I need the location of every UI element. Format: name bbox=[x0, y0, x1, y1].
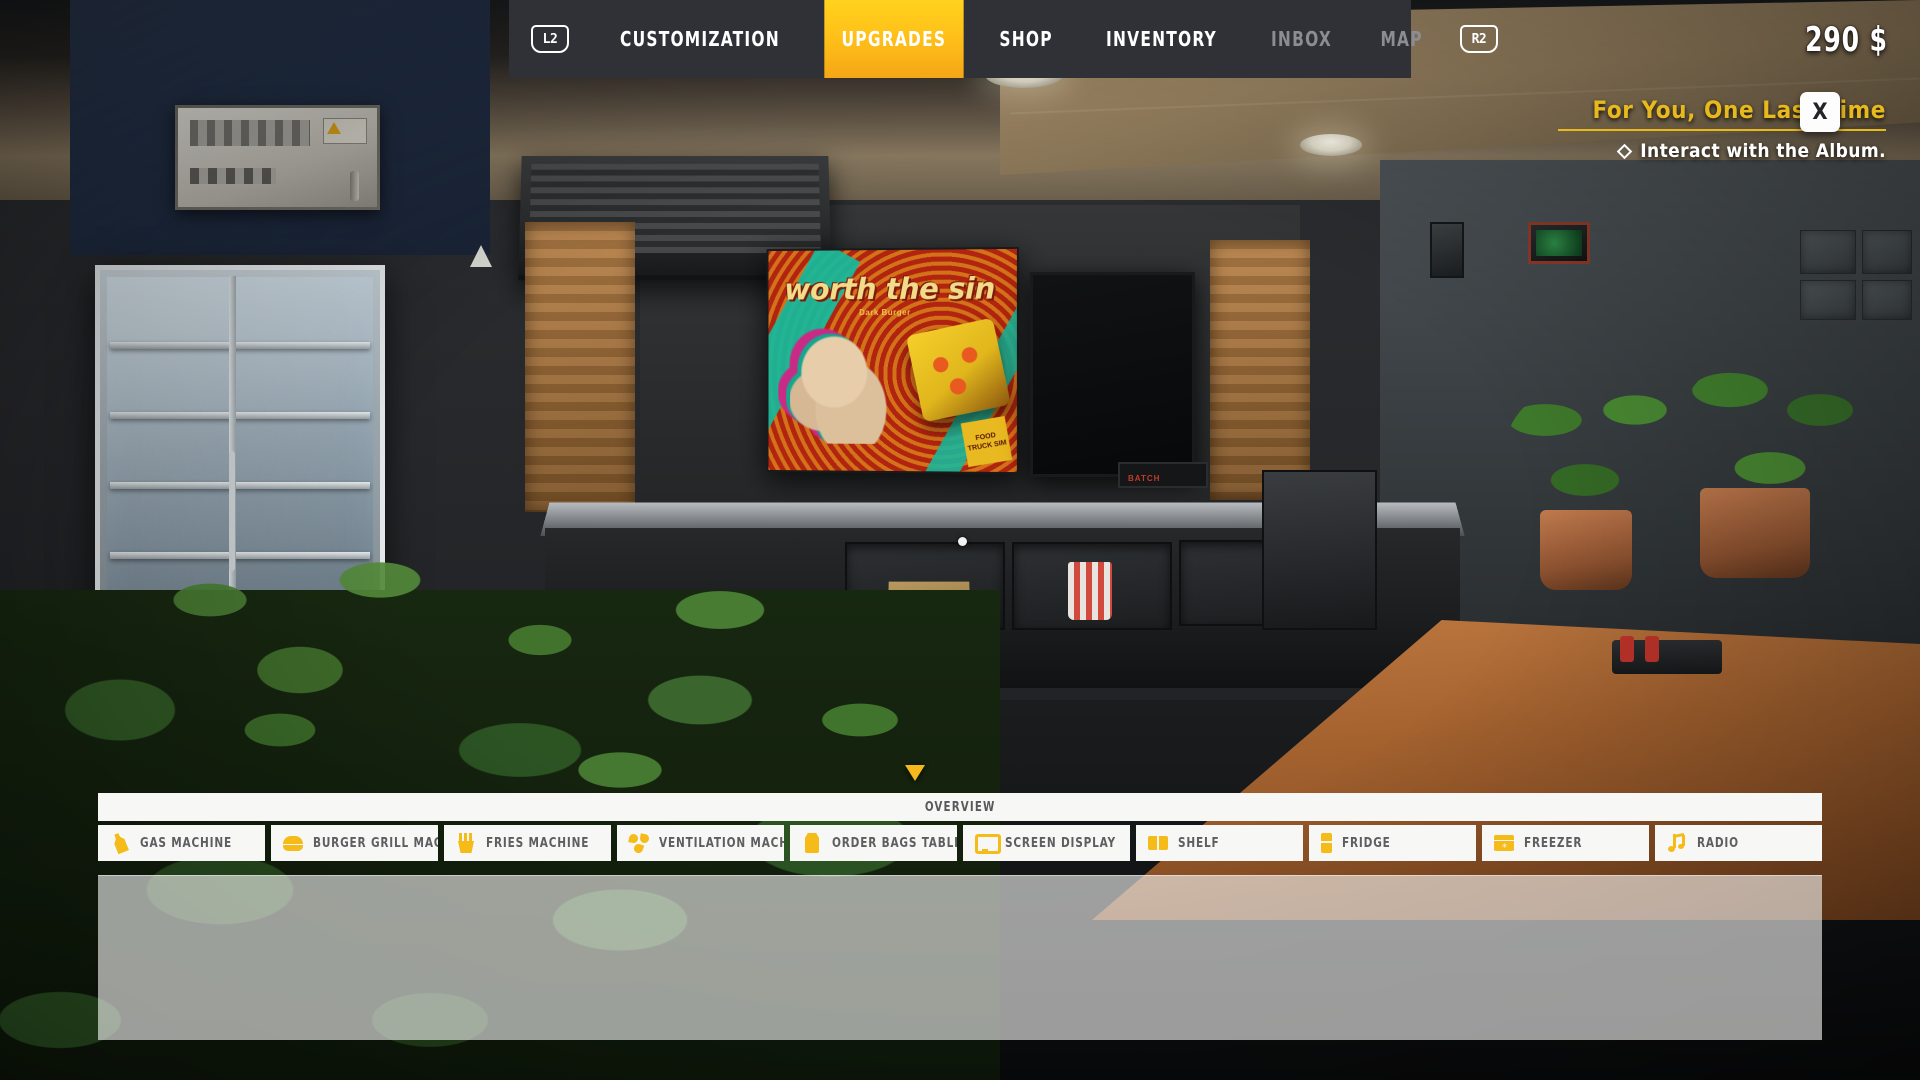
wood-panel-left bbox=[525, 222, 635, 512]
nav-tab-upgrades[interactable]: UPGRADES bbox=[824, 0, 964, 78]
upgrade-category-tabs[interactable]: GAS MACHINE BURGER GRILL MACHINE FRIES MAC… bbox=[98, 825, 1822, 861]
upgrade-tab-gas-machine[interactable]: GAS MACHINE bbox=[98, 825, 265, 861]
upgrade-tab-label: SHELF bbox=[1178, 835, 1220, 851]
upgrade-detail-panel[interactable] bbox=[98, 875, 1822, 1040]
wall-monitor bbox=[1528, 222, 1590, 264]
upgrade-tab-label: GAS MACHINE bbox=[140, 835, 233, 851]
poster-logo: FOOD TRUCK SIM bbox=[960, 415, 1013, 468]
wall-panel bbox=[1862, 280, 1912, 320]
nav-tab-customization[interactable]: CUSTOMIZATION bbox=[603, 0, 797, 78]
poster-title: worth the sin bbox=[784, 271, 995, 307]
bottle bbox=[1620, 636, 1634, 662]
top-navigation-bar[interactable]: L2 CUSTOMIZATION UPGRADES SHOP INVENTORY INB… bbox=[509, 0, 1498, 78]
selection-pointer-icon bbox=[905, 765, 925, 781]
fries-icon bbox=[456, 833, 476, 853]
crosshair-dot bbox=[958, 537, 967, 546]
poster-burger bbox=[905, 317, 1011, 423]
wall-tv bbox=[1030, 272, 1195, 477]
upgrade-tab-freezer[interactable]: FREEZER bbox=[1482, 825, 1649, 861]
upgrade-tab-screen-display[interactable]: SCREEN DISPLAY bbox=[963, 825, 1130, 861]
bottle bbox=[1645, 636, 1659, 662]
upgrade-tab-radio[interactable]: RADIO bbox=[1655, 825, 1822, 861]
money-counter: 290 $ bbox=[1805, 20, 1888, 60]
upgrade-tab-label: FREEZER bbox=[1524, 835, 1583, 851]
nav-tab-inbox[interactable]: INBOX bbox=[1254, 0, 1349, 78]
quest-close-button[interactable]: X bbox=[1800, 92, 1840, 132]
overview-header-bar: OVERVIEW bbox=[98, 793, 1822, 821]
r2-bumper-button[interactable]: R2 bbox=[1459, 25, 1498, 53]
l2-bumper-button[interactable]: L2 bbox=[531, 25, 569, 53]
upgrade-tab-label: VENTILATION MACHINE bbox=[659, 835, 784, 851]
counter-box-label: BATCH bbox=[1128, 474, 1161, 483]
poster-subtitle: Dark Burger bbox=[859, 307, 911, 318]
poster-figure bbox=[790, 327, 901, 445]
gas-bottle-icon bbox=[107, 830, 133, 856]
upgrade-tab-order-bags-table[interactable]: ORDER BAGS TABLE bbox=[790, 825, 957, 861]
music-note-icon bbox=[1667, 833, 1687, 853]
overview-label: OVERVIEW bbox=[924, 799, 996, 815]
monitor-icon bbox=[975, 833, 1001, 854]
nav-tab-map[interactable]: MAP bbox=[1363, 0, 1440, 78]
wall-panel bbox=[1800, 230, 1856, 274]
upgrade-tab-label: FRIDGE bbox=[1342, 835, 1391, 851]
plant-pot bbox=[1540, 510, 1632, 590]
ceiling-lamp bbox=[1300, 134, 1362, 156]
nav-tab-inventory[interactable]: INVENTORY bbox=[1089, 0, 1234, 78]
nav-tab-shop[interactable]: SHOP bbox=[982, 0, 1070, 78]
upgrade-tab-burger-grill-machine[interactable]: BURGER GRILL MACHINE bbox=[271, 825, 438, 861]
fridge-icon bbox=[1321, 833, 1332, 853]
paper-bag-icon bbox=[802, 833, 822, 853]
upgrade-tab-label: ORDER BAGS TABLE bbox=[832, 835, 957, 851]
upgrade-tab-ventilation-machine[interactable]: VENTILATION MACHINE bbox=[617, 825, 784, 861]
upgrade-tab-fridge[interactable]: FRIDGE bbox=[1309, 825, 1476, 861]
wall-device bbox=[1430, 222, 1464, 278]
freezer-icon bbox=[1494, 833, 1514, 853]
upgrade-tab-label: RADIO bbox=[1697, 835, 1739, 851]
fan-icon bbox=[629, 833, 649, 855]
electrical-panel bbox=[175, 105, 380, 210]
shelf-icon bbox=[1148, 833, 1168, 853]
quest-title: For You, One Last Time bbox=[1592, 96, 1886, 124]
oven-unit bbox=[1262, 470, 1377, 630]
wall-panel bbox=[1862, 230, 1912, 274]
upgrade-tab-label: FRIES MACHINE bbox=[486, 835, 590, 851]
upgrade-tab-label: SCREEN DISPLAY bbox=[1005, 835, 1116, 851]
upgrade-tab-fries-machine[interactable]: FRIES MACHINE bbox=[444, 825, 611, 861]
diamond-bullet-icon bbox=[1616, 143, 1633, 159]
upgrade-tab-shelf[interactable]: SHELF bbox=[1136, 825, 1303, 861]
wall-panel bbox=[1800, 280, 1856, 320]
quest-tracker-panel: X For You, One Last Time Interact with t… bbox=[1558, 92, 1898, 162]
upgrade-tab-label: BURGER GRILL MACHINE bbox=[313, 835, 438, 851]
burger-icon bbox=[283, 833, 303, 853]
quest-objective-text: Interact with the Album. bbox=[1640, 140, 1886, 162]
quest-objective-row: Interact with the Album. bbox=[1558, 140, 1898, 162]
popcorn-box bbox=[1068, 562, 1112, 620]
wood-panel-right bbox=[1210, 240, 1310, 500]
wall-poster: worth the sin Dark Burger FOOD TRUCK SIM bbox=[766, 246, 1019, 475]
plant-pot bbox=[1700, 488, 1810, 578]
